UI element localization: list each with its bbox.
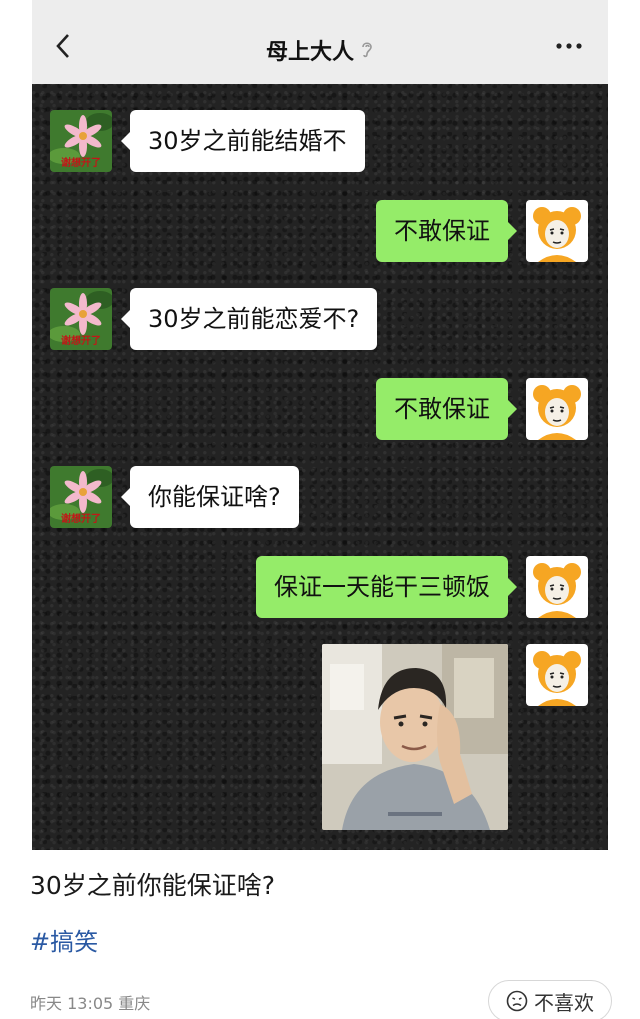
dislike-button[interactable]: 不喜欢 [488, 980, 612, 1019]
photo-message[interactable] [322, 644, 508, 830]
chat-screenshot: 母上大人 谢想开了 30岁之前能结婚不 不敢保证 谢想开了 30岁之前能恋爱不?… [32, 0, 608, 850]
my-avatar[interactable] [526, 200, 588, 262]
chat-title-text: 母上大人 [265, 40, 354, 65]
my-avatar[interactable] [526, 644, 588, 706]
my-avatar[interactable] [526, 378, 588, 440]
message-row: 不敢保证 [376, 200, 588, 262]
message-bubble[interactable]: 30岁之前能恋爱不? [120, 288, 378, 350]
more-icon[interactable] [554, 36, 584, 56]
message-row: 谢想开了 你能保证啥? [50, 466, 299, 528]
mom-avatar[interactable]: 谢想开了 [50, 110, 112, 172]
hashtag-link[interactable]: #搞笑 [30, 922, 98, 957]
message-row: 不敢保证 [376, 378, 588, 440]
dislike-label: 不喜欢 [534, 990, 594, 1015]
post-meta: 昨天 13:05 重庆 [30, 994, 151, 1013]
message-row: 保证一天能干三顿饭 [256, 556, 588, 618]
message-row: 谢想开了 30岁之前能结婚不 [50, 110, 365, 172]
mom-avatar[interactable]: 谢想开了 [50, 288, 112, 350]
message-bubble[interactable]: 不敢保证 [376, 200, 517, 262]
mom-avatar-text: 谢想开了 [61, 334, 101, 347]
post-caption: 30岁之前你能保证啥? [30, 871, 276, 900]
message-bubble[interactable]: 不敢保证 [376, 378, 517, 440]
mom-avatar[interactable]: 谢想开了 [50, 466, 112, 528]
message-bubble[interactable]: 30岁之前能结婚不 [121, 110, 365, 172]
chat-title: 母上大人 [32, 34, 608, 66]
message-bubble[interactable]: 你能保证啥? [121, 466, 299, 528]
mom-avatar-text: 谢想开了 [61, 512, 101, 525]
my-avatar[interactable] [526, 556, 588, 618]
message-bubble[interactable]: 保证一天能干三顿饭 [256, 556, 517, 618]
mom-avatar-text: 谢想开了 [61, 156, 101, 169]
message-row: 谢想开了 30岁之前能恋爱不? [50, 288, 378, 350]
sad-face-icon [506, 990, 528, 1012]
chat-header: 母上大人 [32, 0, 608, 84]
ear-icon [362, 42, 372, 58]
message-row [322, 644, 588, 830]
